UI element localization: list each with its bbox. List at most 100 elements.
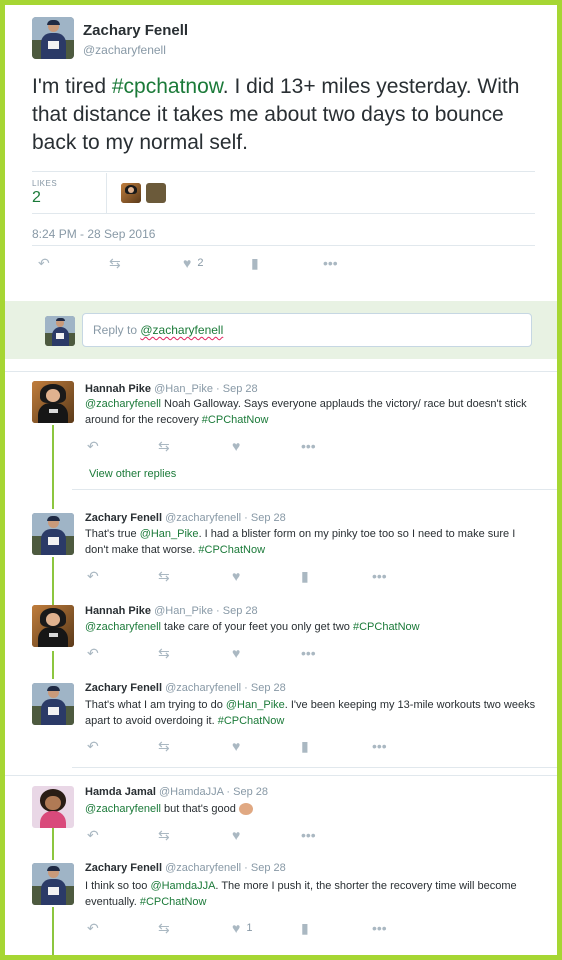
liker-avatar[interactable] <box>146 183 166 203</box>
timestamp[interactable]: 8:24 PM - 28 Sep 2016 <box>32 227 155 241</box>
author-name[interactable]: Hannah Pike <box>85 605 151 617</box>
hashtag-link[interactable]: #CPChatNow <box>198 544 265 556</box>
hashtag-link[interactable]: #CPChatNow <box>218 715 285 727</box>
mention-link[interactable]: @zacharyfenell <box>85 398 161 410</box>
analytics-button[interactable]: ▮ <box>301 568 309 584</box>
avatar[interactable] <box>32 683 74 725</box>
reply-button[interactable]: ↶ <box>87 827 99 843</box>
avatar[interactable] <box>32 786 74 828</box>
reply-date[interactable]: Sep 28 <box>233 786 268 798</box>
likes-count[interactable]: 2 <box>32 189 41 207</box>
mention-link[interactable]: @zacharyfenell <box>85 803 161 815</box>
divider <box>106 173 107 213</box>
author-handle[interactable]: @zacharyfenell <box>165 512 241 524</box>
avatar[interactable] <box>32 381 74 423</box>
more-button[interactable]: ••• <box>323 255 338 271</box>
retweet-button[interactable]: ⇆ <box>158 438 170 454</box>
author-handle[interactable]: @zacharyfenell <box>83 43 166 57</box>
clapping-hands-emoji <box>238 803 253 816</box>
hashtag-link[interactable]: #cpchatnow <box>112 75 223 98</box>
heart-icon: ♥ <box>232 568 241 584</box>
retweet-button[interactable]: ⇆ <box>158 920 170 936</box>
like-button[interactable]: ♥ <box>232 568 240 584</box>
more-icon: ••• <box>301 827 316 843</box>
reply-date[interactable]: Sep 28 <box>251 682 286 694</box>
author-name[interactable]: Zachary Fenell <box>85 862 162 874</box>
hashtag-link[interactable]: #CPChatNow <box>140 896 207 908</box>
analytics-button[interactable]: ▮ <box>251 255 259 271</box>
view-other-replies-link[interactable]: View other replies <box>89 468 176 480</box>
reply-button[interactable]: ↶ <box>87 645 99 661</box>
author-handle[interactable]: @zacharyfenell <box>165 682 241 694</box>
like-button[interactable]: ♥ 1 <box>232 920 252 936</box>
like-button[interactable]: ♥ <box>232 645 240 661</box>
hashtag-link[interactable]: #CPChatNow <box>353 621 420 633</box>
author-name[interactable]: Hannah Pike <box>85 383 151 395</box>
author-name[interactable]: Zachary Fenell <box>85 682 162 694</box>
retweet-icon: ⇆ <box>158 738 170 754</box>
retweet-button[interactable]: ⇆ <box>158 645 170 661</box>
analytics-button[interactable]: ▮ <box>301 920 309 936</box>
reply-date[interactable]: Sep 28 <box>251 862 286 874</box>
author-name[interactable]: Zachary Fenell <box>83 22 188 39</box>
retweet-button[interactable]: ⇆ <box>109 255 121 271</box>
reply-icon: ↶ <box>87 568 99 584</box>
reply-input[interactable]: Reply to @zacharyfenell <box>82 313 532 347</box>
heart-icon: ♥ <box>232 738 241 754</box>
reply-icon: ↶ <box>87 920 99 936</box>
avatar[interactable] <box>32 17 74 59</box>
mention-link[interactable]: @zacharyfenell <box>85 621 161 633</box>
reply-button[interactable]: ↶ <box>87 920 99 936</box>
thread-line <box>52 425 54 509</box>
heart-icon: ♥ <box>183 255 192 271</box>
analytics-button[interactable]: ▮ <box>301 738 309 754</box>
author-handle[interactable]: @Han_Pike <box>154 605 213 617</box>
author-handle[interactable]: @zacharyfenell <box>165 862 241 874</box>
like-button[interactable]: ♥ <box>232 438 240 454</box>
more-button[interactable]: ••• <box>301 438 316 454</box>
avatar[interactable] <box>32 513 74 555</box>
more-button[interactable]: ••• <box>372 738 387 754</box>
reply-date[interactable]: Sep 28 <box>223 383 258 395</box>
reply-header: Zachary Fenell @zacharyfenell · Sep 28 <box>85 682 286 694</box>
more-icon: ••• <box>301 438 316 454</box>
like-button[interactable]: ♥ <box>232 738 240 754</box>
author-handle[interactable]: @Han_Pike <box>154 383 213 395</box>
retweet-button[interactable]: ⇆ <box>158 738 170 754</box>
heart-icon: ♥ <box>232 827 241 843</box>
retweet-icon: ⇆ <box>109 255 121 271</box>
divider <box>5 775 557 776</box>
like-button[interactable]: ♥ <box>232 827 240 843</box>
mention-link[interactable]: @Han_Pike <box>226 699 285 711</box>
reply-placeholder: Reply to <box>93 323 141 337</box>
more-button[interactable]: ••• <box>301 645 316 661</box>
author-handle[interactable]: @HamdaJJA <box>159 786 223 798</box>
more-button[interactable]: ••• <box>372 920 387 936</box>
retweet-button[interactable]: ⇆ <box>158 827 170 843</box>
more-button[interactable]: ••• <box>372 568 387 584</box>
reply-header: Zachary Fenell @zacharyfenell · Sep 28 <box>85 862 286 874</box>
like-button[interactable]: ♥ 2 <box>183 255 203 271</box>
reply-button[interactable]: ↶ <box>38 255 50 271</box>
reply-date[interactable]: Sep 28 <box>223 605 258 617</box>
reply-button[interactable]: ↶ <box>87 568 99 584</box>
reply-text-part: take care of your feet you only get two <box>160 621 353 633</box>
liker-avatar[interactable] <box>121 183 141 203</box>
reply-date[interactable]: Sep 28 <box>251 512 286 524</box>
avatar[interactable] <box>32 605 74 647</box>
retweet-button[interactable]: ⇆ <box>158 568 170 584</box>
reply-button[interactable]: ↶ <box>87 738 99 754</box>
hashtag-link[interactable]: #CPChatNow <box>202 414 269 426</box>
more-icon: ••• <box>372 738 387 754</box>
reply-text: @zacharyfenell Noah Galloway. Says every… <box>85 396 540 428</box>
author-name[interactable]: Zachary Fenell <box>85 512 162 524</box>
mention-link[interactable]: @Han_Pike <box>140 528 199 540</box>
thread-line <box>52 651 54 679</box>
reply-button[interactable]: ↶ <box>87 438 99 454</box>
mention-link[interactable]: @HamdaJJA <box>150 880 215 892</box>
more-icon: ••• <box>301 645 316 661</box>
retweet-icon: ⇆ <box>158 568 170 584</box>
author-name[interactable]: Hamda Jamal <box>85 786 156 798</box>
avatar[interactable] <box>32 863 74 905</box>
more-button[interactable]: ••• <box>301 827 316 843</box>
